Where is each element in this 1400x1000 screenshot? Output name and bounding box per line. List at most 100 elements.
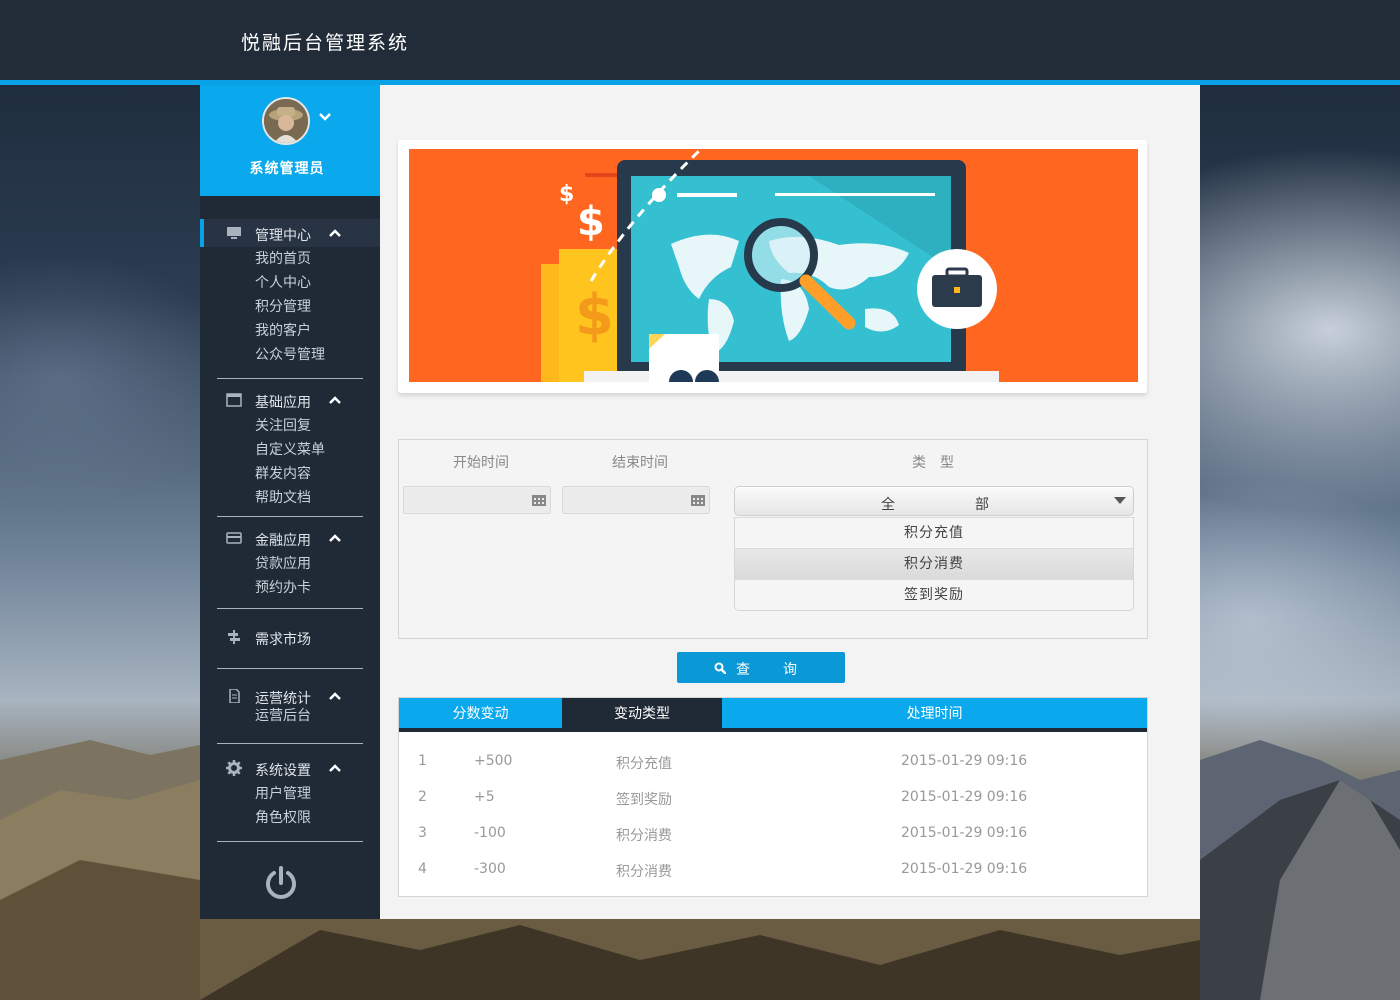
gear-icon [226,760,242,776]
sidebar-item-card-booking[interactable]: 预约办卡 [200,576,380,600]
calendar-icon[interactable] [691,494,705,506]
row-time: 2015-01-29 09:16 [901,861,1028,877]
sidebar-item-follow-reply[interactable]: 关注回复 [200,414,380,438]
nav-divider [217,608,363,609]
nav-head-market[interactable]: 需求市场 [200,623,380,651]
document-icon [229,689,240,703]
type-select[interactable]: 全 部 [734,486,1134,516]
table-header: 分数变动 变动类型 处理时间 [399,698,1147,732]
sidebar-item-custom-menu[interactable]: 自定义菜单 [200,438,380,462]
nav-group-management: 管理中心 我的首页 个人中心 积分管理 我的客户 公众号管理 [200,219,380,367]
chevron-up-icon[interactable] [328,763,342,773]
row-type: 签到奖励 [616,792,672,808]
nav-divider [217,516,363,517]
type-option[interactable]: 积分充值 [735,517,1133,548]
nav-head-label: 基础应用 [255,395,311,411]
chevron-up-icon[interactable] [328,395,342,405]
monitor-icon [227,227,241,239]
nav-group-settings: 系统设置 用户管理 角色权限 [200,754,380,830]
search-icon [714,662,726,674]
banner-illustration: $ $ $ [409,149,1138,382]
nav-divider [217,841,363,842]
row-time: 2015-01-29 09:16 [901,825,1028,841]
row-change: +500 [474,753,513,769]
table-row[interactable]: 3 -100 积分消费 2015-01-29 09:16 [399,816,1147,852]
filter-panel: 开始时间 结束时间 类 型 全 部 积分充值 积分消费 签到奖励 [398,439,1148,639]
sidebar-item-roles[interactable]: 角色权限 [200,806,380,830]
type-label: 类 型 [912,455,954,471]
sidebar-item-help-docs[interactable]: 帮助文档 [200,486,380,510]
column-header-type[interactable]: 变动类型 [562,698,722,728]
start-time-label: 开始时间 [453,455,509,471]
nav-divider [217,378,363,379]
power-icon[interactable] [262,865,300,903]
nav-head-label: 金融应用 [255,533,311,549]
nav-head-management[interactable]: 管理中心 [200,219,380,247]
row-time: 2015-01-29 09:16 [901,753,1028,769]
signpost-icon [228,630,240,644]
row-time: 2015-01-29 09:16 [901,789,1028,805]
records-table: 分数变动 变动类型 处理时间 1 +500 积分充值 2015-01-29 09… [398,697,1148,897]
nav-head-statistics[interactable]: 运营统计 [200,682,380,710]
sidebar-item-customers[interactable]: 我的客户 [200,319,380,343]
nav-head-settings[interactable]: 系统设置 [200,754,380,782]
nav-head-finance[interactable]: 金融应用 [200,524,380,552]
nav-group-market: 需求市场 [200,623,380,651]
column-header-time[interactable]: 处理时间 [722,698,1147,728]
select-value-part2: 部 [975,497,989,513]
svg-text:$: $ [559,182,574,207]
sidebar: 系统管理员 管理中心 我的首页 个人中心 积分管理 我的客户 公众号管理 基础应… [200,85,380,919]
calendar-icon[interactable] [532,494,546,506]
nav-group-finance: 金融应用 贷款应用 预约办卡 [200,524,380,600]
nav-group-basic: 基础应用 关注回复 自定义菜单 群发内容 帮助文档 [200,386,380,510]
table-row[interactable]: 1 +500 积分充值 2015-01-29 09:16 [399,744,1147,780]
sidebar-item-loan[interactable]: 贷款应用 [200,552,380,576]
select-value-part1: 全 [881,497,895,513]
chevron-down-icon[interactable] [317,111,333,123]
avatar[interactable] [262,97,310,145]
end-time-label: 结束时间 [612,455,668,471]
card-icon [226,532,242,544]
nav-head-label: 需求市场 [255,632,311,648]
column-header-change[interactable]: 分数变动 [399,698,562,728]
nav-divider [217,743,363,744]
nav-head-basic[interactable]: 基础应用 [200,386,380,414]
row-type: 积分消费 [616,828,672,844]
chevron-up-icon[interactable] [328,691,342,701]
type-options-list: 积分充值 积分消费 签到奖励 [734,517,1134,611]
row-index: 3 [418,825,427,841]
profile-panel: 系统管理员 [200,85,380,196]
svg-text:$: $ [577,199,605,245]
sidebar-item-home[interactable]: 我的首页 [200,247,380,271]
query-button[interactable]: 查 询 [677,652,845,683]
end-time-input[interactable] [562,486,710,514]
nav-head-label: 管理中心 [255,228,311,244]
row-index: 1 [418,753,427,769]
row-change: -100 [474,825,506,841]
sidebar-item-official-account[interactable]: 公众号管理 [200,343,380,367]
window-icon [226,393,242,407]
query-label-part2: 询 [783,662,797,678]
table-row[interactable]: 4 -300 积分消费 2015-01-29 09:16 [399,852,1147,888]
sidebar-item-personal-center[interactable]: 个人中心 [200,271,380,295]
type-option-highlighted[interactable]: 积分消费 [735,548,1133,579]
sidebar-item-points[interactable]: 积分管理 [200,295,380,319]
type-option[interactable]: 签到奖励 [735,579,1133,610]
app-title: 悦融后台管理系统 [241,32,410,54]
nav-group-statistics: 运营统计 运营后台 [200,682,380,728]
main-content: $ $ $ 开始时间 结束时间 类 型 全 部 积分充值 积分消费 签到奖励 查… [380,85,1200,919]
user-name: 系统管理员 [249,161,325,177]
nav-head-label: 运营统计 [255,691,311,707]
row-index: 2 [418,789,427,805]
chevron-up-icon[interactable] [328,533,342,543]
row-index: 4 [418,861,427,877]
banner-carousel[interactable]: $ $ $ [398,140,1147,476]
top-header: 悦融后台管理系统 [0,0,1400,85]
start-time-input[interactable] [403,486,551,514]
chevron-up-icon[interactable] [328,228,342,238]
sidebar-item-users[interactable]: 用户管理 [200,782,380,806]
table-row[interactable]: 2 +5 签到奖励 2015-01-29 09:16 [399,780,1147,816]
caret-down-icon[interactable] [1114,497,1126,505]
sidebar-item-broadcast[interactable]: 群发内容 [200,462,380,486]
nav-head-label: 系统设置 [255,763,311,779]
